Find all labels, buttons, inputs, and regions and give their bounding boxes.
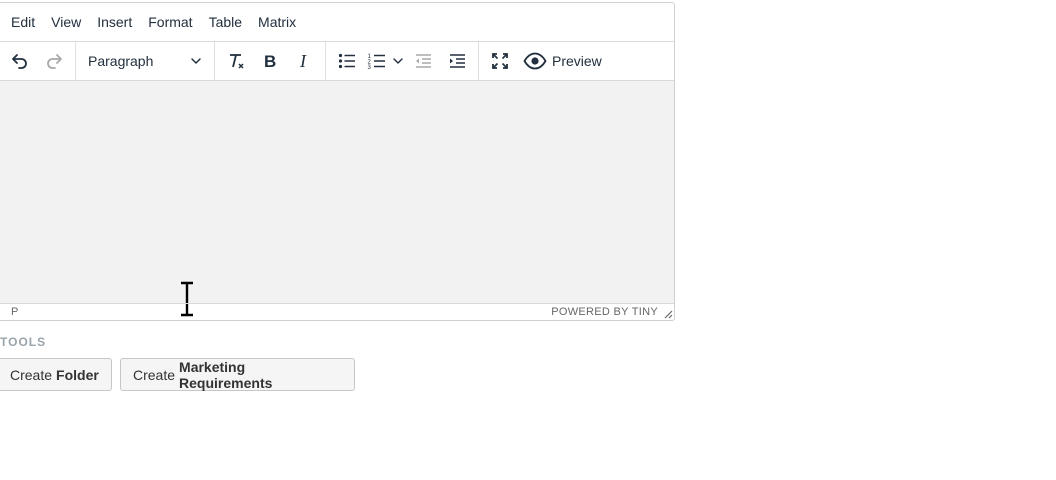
menu-insert[interactable]: Insert	[89, 8, 140, 36]
italic-icon: I	[299, 51, 307, 71]
undo-button[interactable]	[3, 46, 37, 76]
clear-formatting-icon	[230, 54, 244, 69]
create-folder-bold: Folder	[56, 366, 99, 383]
redo-button[interactable]	[37, 46, 71, 76]
toolbar: Paragraph B I 1 2 3 Preview	[0, 42, 674, 81]
block-format-label: Paragraph	[88, 53, 154, 69]
create-folder-button[interactable]: Create Folder	[0, 358, 112, 391]
editor-content-area[interactable]	[0, 81, 674, 317]
resize-handle-icon[interactable]	[663, 309, 673, 319]
menu-view[interactable]: View	[43, 8, 89, 36]
view-group: Preview	[479, 42, 612, 80]
fullscreen-button[interactable]	[483, 46, 517, 76]
create-mr-bold: Marketing Requirements	[179, 358, 273, 391]
powered-by-link[interactable]: POWERED BY TINY	[551, 306, 674, 318]
numbered-list-button[interactable]: 1 2 3	[364, 46, 390, 76]
preview-label: Preview	[552, 53, 602, 69]
rich-text-editor: Edit View Insert Format Table Matrix Par…	[0, 2, 675, 321]
redo-icon	[47, 54, 62, 69]
chevron-down-icon	[191, 58, 201, 64]
menubar: Edit View Insert Format Table Matrix	[0, 3, 674, 42]
svg-text:I: I	[299, 51, 307, 71]
clear-formatting-button[interactable]	[219, 46, 253, 76]
numbered-list-options-button[interactable]	[390, 46, 406, 76]
numbered-list-icon: 1 2 3	[368, 54, 385, 71]
block-format-select[interactable]: Paragraph	[80, 46, 210, 76]
indent-icon	[450, 54, 465, 68]
history-group	[0, 42, 76, 80]
italic-button[interactable]: I	[287, 46, 321, 76]
chevron-down-icon	[393, 58, 403, 64]
preview-button[interactable]: Preview	[517, 46, 608, 76]
fullscreen-icon	[492, 53, 508, 69]
outdent-button[interactable]	[406, 46, 440, 76]
tools-heading: TOOLS	[0, 335, 46, 349]
bold-icon: B	[264, 52, 276, 71]
list-group: 1 2 3	[326, 42, 479, 80]
menu-format[interactable]: Format	[140, 8, 200, 36]
menu-table[interactable]: Table	[201, 8, 250, 36]
create-marketing-requirements-button[interactable]: Create Marketing Requirements	[120, 358, 355, 391]
svg-text:3: 3	[368, 65, 372, 71]
eye-icon	[523, 52, 547, 70]
undo-icon	[12, 54, 27, 69]
menu-matrix[interactable]: Matrix	[250, 8, 304, 36]
outdent-icon	[416, 54, 431, 68]
create-folder-prefix: Create	[10, 366, 53, 383]
bullet-list-button[interactable]	[330, 46, 364, 76]
bullet-list-icon	[338, 53, 355, 69]
create-mr-prefix: Create	[133, 366, 176, 383]
bold-button[interactable]: B	[253, 46, 287, 76]
element-path[interactable]: P	[0, 306, 18, 318]
tools-heading-label: TOOLS	[0, 335, 47, 349]
statusbar: P POWERED BY TINY	[0, 303, 674, 320]
formatting-group: B I	[215, 42, 326, 80]
block-format-group: Paragraph	[76, 42, 215, 80]
svg-text:B: B	[264, 52, 276, 71]
indent-button[interactable]	[440, 46, 474, 76]
menu-edit[interactable]: Edit	[3, 8, 43, 36]
